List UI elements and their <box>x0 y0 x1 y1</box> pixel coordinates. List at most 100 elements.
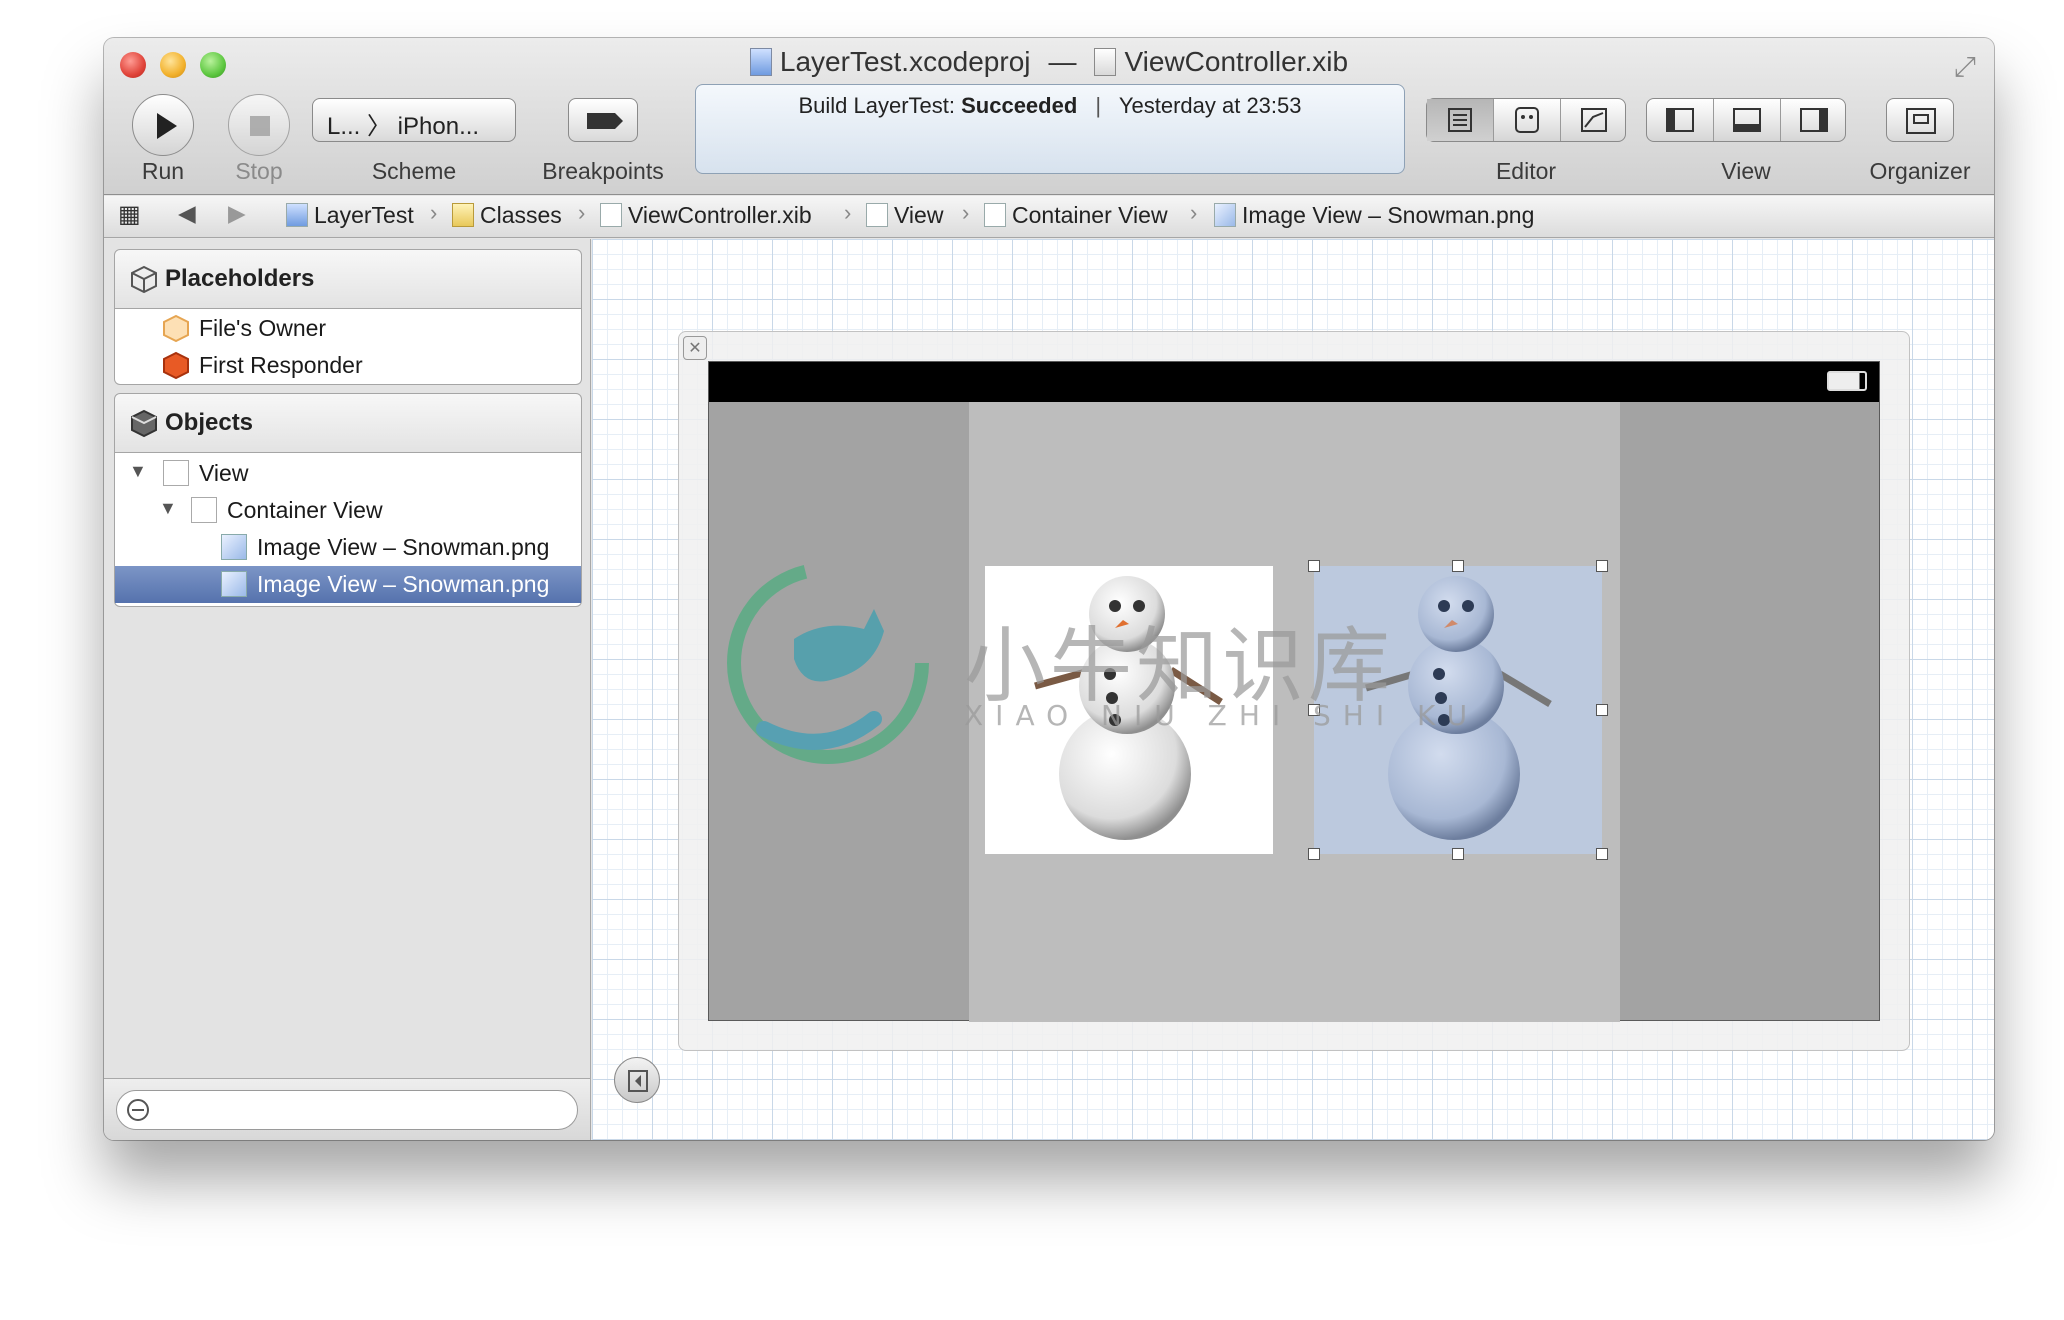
resize-handle[interactable] <box>1308 560 1320 572</box>
stop-button[interactable] <box>228 94 290 156</box>
build-status-result: Succeeded <box>961 93 1078 118</box>
activity-view: Build LayerTest: Succeeded | Yesterday a… <box>695 84 1405 174</box>
breakpoint-icon <box>587 113 623 129</box>
view-icon <box>984 203 1006 227</box>
run-button[interactable] <box>132 94 194 156</box>
project-icon <box>286 203 308 227</box>
close-view-icon[interactable]: ✕ <box>683 336 707 360</box>
breadcrumb-image-view-label: Image View – Snowman.png <box>1242 202 1535 228</box>
iphone-view[interactable] <box>708 361 1880 1022</box>
forward-arrow-icon[interactable]: ▶ <box>228 200 246 227</box>
image-view-icon <box>221 534 247 560</box>
breadcrumb-project[interactable]: LayerTest <box>286 202 414 229</box>
show-document-outline-button[interactable] <box>614 1057 660 1103</box>
breadcrumb-group[interactable]: Classes <box>452 202 562 229</box>
breakpoints-button[interactable] <box>568 98 638 142</box>
container-view-label: Container View <box>227 497 383 523</box>
outline-item-view[interactable]: ▼ View <box>115 455 581 492</box>
bottom-panel-icon <box>1733 108 1761 132</box>
chevron-right-icon: › <box>1190 200 1198 225</box>
breadcrumb-image-view[interactable]: Image View – Snowman.png <box>1214 202 1534 229</box>
standard-editor-button[interactable] <box>1427 99 1494 141</box>
first-responder-cube-icon <box>163 351 189 380</box>
files-owner-cube-icon <box>163 314 189 343</box>
image-view-icon <box>1214 203 1236 227</box>
build-time: Yesterday at 23:53 <box>1118 93 1302 118</box>
outline-filter-field[interactable] <box>116 1090 578 1130</box>
image-view-snowman-right-selected[interactable] <box>1308 560 1608 860</box>
assistant-editor-button[interactable] <box>1494 99 1561 141</box>
container-view[interactable] <box>969 402 1620 1022</box>
breadcrumb-file[interactable]: ViewController.xib <box>600 202 812 229</box>
back-arrow-icon[interactable]: ◀ <box>178 200 196 227</box>
title-separator: — <box>1048 46 1077 77</box>
window-title: LayerTest.xcodeproj — ViewController.xib <box>104 46 1994 78</box>
placeholders-header: Placeholders <box>114 249 582 309</box>
toolbar: LayerTest.xcodeproj — ViewController.xib ⤢… <box>104 38 1994 195</box>
organizer-button[interactable] <box>1886 98 1954 142</box>
first-responder-label: First Responder <box>199 352 363 378</box>
run-label: Run <box>141 158 185 184</box>
breadcrumb-view-label: View <box>894 202 944 228</box>
chevron-right-icon: › <box>578 200 586 225</box>
version-editor-button[interactable] <box>1561 99 1627 141</box>
files-owner-label: File's Owner <box>199 315 327 341</box>
view-icon <box>191 497 217 523</box>
image-view-label: Image View – Snowman.png <box>257 534 550 560</box>
resize-handle[interactable] <box>1452 848 1464 860</box>
organizer-label: Organizer <box>1869 158 1971 184</box>
play-icon <box>157 113 177 139</box>
breadcrumb-project-label: LayerTest <box>314 202 414 228</box>
view-label: View <box>1721 158 1771 184</box>
resize-handle[interactable] <box>1596 560 1608 572</box>
related-items-icon[interactable]: ▦ <box>118 200 141 229</box>
file-title: ViewController.xib <box>1124 46 1349 77</box>
breakpoints-label: Breakpoints <box>542 158 664 184</box>
outline-item-container-view[interactable]: ▼ Container View <box>115 492 581 529</box>
outline-item-image-view[interactable]: Image View – Snowman.png <box>115 529 581 566</box>
breadcrumb-view[interactable]: View <box>866 202 943 229</box>
assistant-editor-icon <box>1515 107 1539 133</box>
chevron-right-icon: › <box>962 200 970 225</box>
document-outline: Placeholders File's Owner First Responde… <box>104 239 591 1140</box>
breadcrumb-container-view[interactable]: Container View <box>984 202 1168 229</box>
resize-handle[interactable] <box>1308 704 1320 716</box>
disclosure-triangle-icon[interactable]: ▼ <box>159 498 177 519</box>
objects-title: Objects <box>165 409 254 436</box>
breadcrumb-group-label: Classes <box>480 202 562 228</box>
scheme-value: L... 〉 iPhon... <box>327 113 480 140</box>
navigator-toggle-button[interactable] <box>1647 99 1714 141</box>
fullscreen-icon[interactable]: ⤢ <box>1954 50 1976 84</box>
outline-item-files-owner[interactable]: File's Owner <box>115 310 581 347</box>
resize-handle[interactable] <box>1596 848 1608 860</box>
interface-builder-canvas[interactable]: ✕ 小牛知识库 XIAO NIU ZHI SHI KU <box>592 239 1994 1140</box>
xcode-window: LayerTest.xcodeproj — ViewController.xib ⤢… <box>104 38 1994 1140</box>
disclosure-triangle-icon[interactable]: ▼ <box>129 461 147 482</box>
stop-label: Stop <box>235 158 283 184</box>
resize-handle[interactable] <box>1452 560 1464 572</box>
battery-icon <box>1827 371 1867 391</box>
stop-icon <box>250 116 270 136</box>
editor-label: Editor <box>1495 158 1557 184</box>
version-editor-icon <box>1581 108 1607 132</box>
xcodeproj-icon <box>749 48 772 76</box>
outline-filter-bar <box>104 1078 590 1140</box>
image-view-icon <box>221 571 247 597</box>
scheme-popup[interactable]: L... 〉 iPhon... <box>312 98 516 142</box>
resize-handle[interactable] <box>1308 848 1320 860</box>
organizer-icon <box>1906 108 1936 134</box>
view-label: View <box>199 460 249 486</box>
scheme-label: Scheme <box>371 158 457 184</box>
snowman-image <box>1365 576 1552 840</box>
standard-editor-icon <box>1448 108 1472 132</box>
utilities-toggle-button[interactable] <box>1781 99 1847 141</box>
objects-list: ▼ View ▼ Container View Image View – Sno… <box>114 453 582 607</box>
debug-area-toggle-button[interactable] <box>1714 99 1781 141</box>
resize-handle[interactable] <box>1596 704 1608 716</box>
outline-item-first-responder[interactable]: First Responder <box>115 347 581 384</box>
placeholders-list: File's Owner First Responder <box>114 309 582 385</box>
view-icon <box>163 460 189 486</box>
objects-header: Objects <box>114 393 582 453</box>
image-view-snowman-left[interactable] <box>985 566 1273 854</box>
outline-item-image-view-selected[interactable]: Image View – Snowman.png <box>115 566 581 603</box>
